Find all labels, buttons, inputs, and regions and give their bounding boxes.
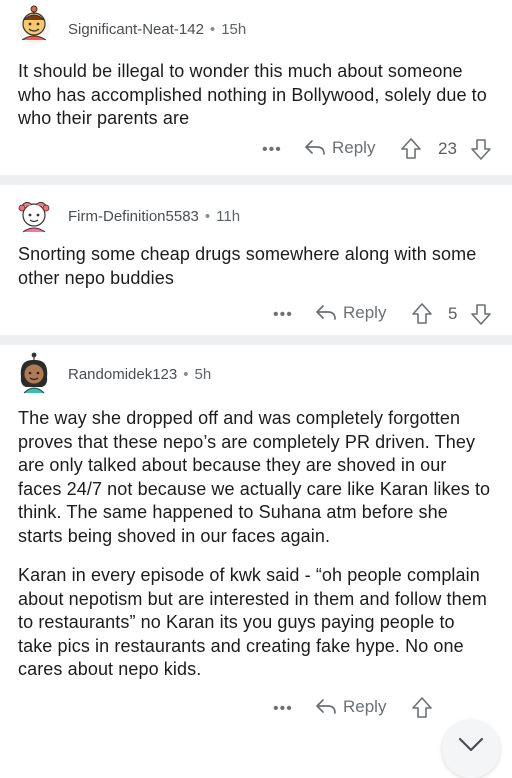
comment: Randomidek123 • 5h The way she dropped off… xyxy=(0,345,512,750)
comment: Firm-Definition5583 • 11h Snorting some ch… xyxy=(0,185,512,335)
reply-label: Reply xyxy=(332,137,376,157)
reply-button[interactable]: Reply xyxy=(315,303,386,323)
comment-meta: Firm-Definition5583 • 11h xyxy=(68,208,240,225)
separator-dot: • xyxy=(209,21,216,38)
comment-header: Significant-Neat-142 • 15h xyxy=(0,0,512,60)
comment-actions: ••• Reply 5 xyxy=(0,296,512,336)
more-options-button[interactable]: ••• xyxy=(273,700,293,718)
downvote-arrow-icon[interactable] xyxy=(470,302,492,326)
comment-header: Firm-Definition5583 • 11h xyxy=(0,185,512,243)
snoo-avatar-icon[interactable] xyxy=(12,351,56,395)
comment-header: Randomidek123 • 5h xyxy=(0,345,512,407)
comment-body: It should be illegal to wonder this much… xyxy=(0,60,512,131)
reply-label: Reply xyxy=(343,696,387,716)
reply-button[interactable]: Reply xyxy=(315,697,386,717)
timestamp: 11h xyxy=(216,208,241,225)
scroll-down-button[interactable] xyxy=(442,720,500,778)
reply-arrow-icon xyxy=(305,139,325,155)
snoo-avatar-icon[interactable] xyxy=(12,2,56,46)
comment-body: The way she dropped off and was complete… xyxy=(0,407,512,682)
upvote-arrow-icon[interactable] xyxy=(400,137,422,161)
separator-dot: • xyxy=(204,208,211,225)
reply-arrow-icon xyxy=(316,698,336,714)
comment-separator xyxy=(0,175,512,185)
reply-arrow-icon xyxy=(316,305,336,320)
username[interactable]: Randomidek123 xyxy=(68,366,177,383)
vote-score: 23 xyxy=(438,138,457,158)
comment-paragraph: The way she dropped off and was complete… xyxy=(18,408,491,546)
comment-paragraph: Karan in every episode of kwk said - “oh… xyxy=(18,565,487,679)
comment-meta: Significant-Neat-142 • 15h xyxy=(68,21,246,38)
comment-actions: ••• Reply 23 xyxy=(0,131,512,171)
reply-label: Reply xyxy=(343,303,387,322)
vote-score: 5 xyxy=(448,304,458,323)
separator-dot: • xyxy=(183,366,189,383)
comment-paragraph: It should be illegal to wonder this much… xyxy=(18,61,487,128)
comment: Significant-Neat-142 • 15h It should be il… xyxy=(0,0,512,175)
upvote-arrow-icon[interactable] xyxy=(411,302,433,326)
downvote-arrow-icon[interactable] xyxy=(470,137,492,161)
chevron-down-icon xyxy=(458,737,484,752)
comment-actions: ••• Reply xyxy=(0,690,512,730)
reply-button[interactable]: Reply xyxy=(304,138,375,158)
username[interactable]: Significant-Neat-142 xyxy=(68,21,204,38)
upvote-arrow-icon[interactable] xyxy=(411,696,433,720)
username[interactable]: Firm-Definition5583 xyxy=(68,208,199,225)
timestamp: 15h xyxy=(221,21,247,38)
more-options-button[interactable]: ••• xyxy=(273,306,293,324)
comment-body: Snorting some cheap drugs somewhere alon… xyxy=(0,243,512,290)
comment-separator xyxy=(0,335,512,345)
comment-paragraph: Snorting some cheap drugs somewhere alon… xyxy=(18,244,477,288)
more-options-button[interactable]: ••• xyxy=(262,141,282,159)
snoo-avatar-icon[interactable] xyxy=(12,193,56,237)
timestamp: 5h xyxy=(194,366,212,383)
comment-meta: Randomidek123 • 5h xyxy=(68,366,211,383)
